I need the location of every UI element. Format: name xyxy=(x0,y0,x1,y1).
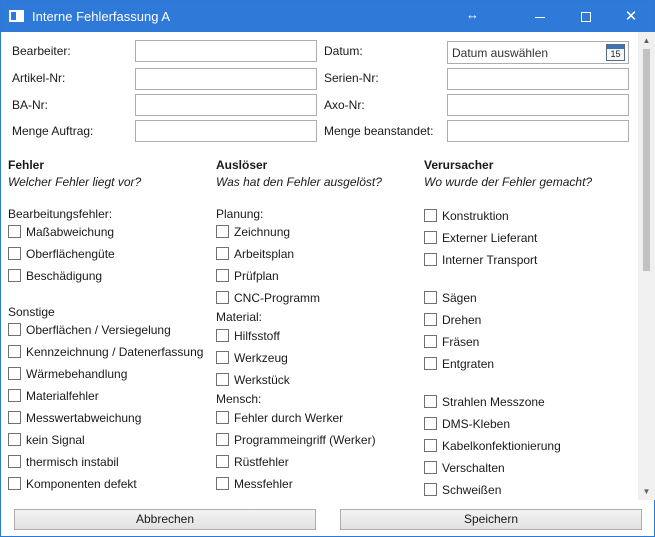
axo-label: Axo-Nr: xyxy=(324,98,365,112)
ba-field[interactable] xyxy=(135,94,317,116)
datum-label: Datum: xyxy=(324,44,363,58)
window-icon xyxy=(9,10,24,22)
ausloeser-group-mensch: Mensch: xyxy=(216,392,262,406)
ausloeser-heading: Auslöser xyxy=(216,158,268,172)
menge-beanstandet-label: Menge beanstandet: xyxy=(324,124,434,138)
menge-auftrag-label: Menge Auftrag: xyxy=(12,124,94,138)
serien-field[interactable] xyxy=(447,68,629,90)
datum-placeholder: Datum auswählen xyxy=(452,46,549,60)
artikel-field[interactable] xyxy=(135,68,317,90)
calendar-day: 15 xyxy=(610,49,621,59)
fehler-group-sonstige: Sonstige xyxy=(8,305,55,319)
scrollbar-thumb[interactable] xyxy=(643,49,650,271)
scroll-up-icon[interactable]: ▲ xyxy=(638,32,655,49)
datum-picker[interactable]: Datum auswählen 15 xyxy=(447,41,629,64)
ausloeser-group-planung: Planung: xyxy=(216,207,264,221)
resize-arrows-icon: ↔ xyxy=(466,7,479,22)
verursacher-question: Wo wurde der Fehler gemacht? xyxy=(424,175,593,189)
title-bar[interactable]: Interne Fehlerfassung A ↔ ✕ xyxy=(1,1,654,32)
fehler-question: Welcher Fehler liegt vor? xyxy=(8,175,142,189)
close-icon: ✕ xyxy=(624,8,638,25)
maximize-icon xyxy=(581,12,591,23)
save-button[interactable]: Speichern xyxy=(340,509,642,530)
bearbeiter-field[interactable] xyxy=(135,40,317,62)
ausloeser-group-material: Material: xyxy=(216,310,263,324)
artikel-label: Artikel-Nr: xyxy=(12,71,66,85)
scroll-down-icon[interactable]: ▼ xyxy=(638,483,655,500)
verursacher-heading: Verursacher xyxy=(424,158,494,172)
main-window: Interne Fehlerfassung A ↔ ✕ Bearbeiter: … xyxy=(0,0,655,537)
close-button[interactable]: ✕ xyxy=(608,1,654,32)
fehler-group-bearbeitung: Bearbeitungsfehler: xyxy=(8,207,113,221)
maximize-button[interactable] xyxy=(563,1,609,32)
window-title: Interne Fehlerfassung A xyxy=(32,9,171,24)
serien-label: Serien-Nr: xyxy=(324,71,379,85)
menge-auftrag-field[interactable] xyxy=(135,120,317,142)
ausloeser-question: Was hat den Fehler ausgelöst? xyxy=(216,175,382,189)
minimize-button[interactable] xyxy=(517,1,563,32)
axo-field[interactable] xyxy=(447,94,629,116)
bearbeiter-label: Bearbeiter: xyxy=(12,44,71,58)
ba-label: BA-Nr: xyxy=(12,98,48,112)
calendar-icon[interactable]: 15 xyxy=(606,44,625,61)
fehler-heading: Fehler xyxy=(8,158,45,172)
menge-beanstandet-field[interactable] xyxy=(447,120,629,142)
vertical-scrollbar[interactable]: ▲ ▼ xyxy=(638,32,655,500)
minimize-icon xyxy=(535,16,545,18)
cancel-button[interactable]: Abbrechen xyxy=(14,509,316,530)
